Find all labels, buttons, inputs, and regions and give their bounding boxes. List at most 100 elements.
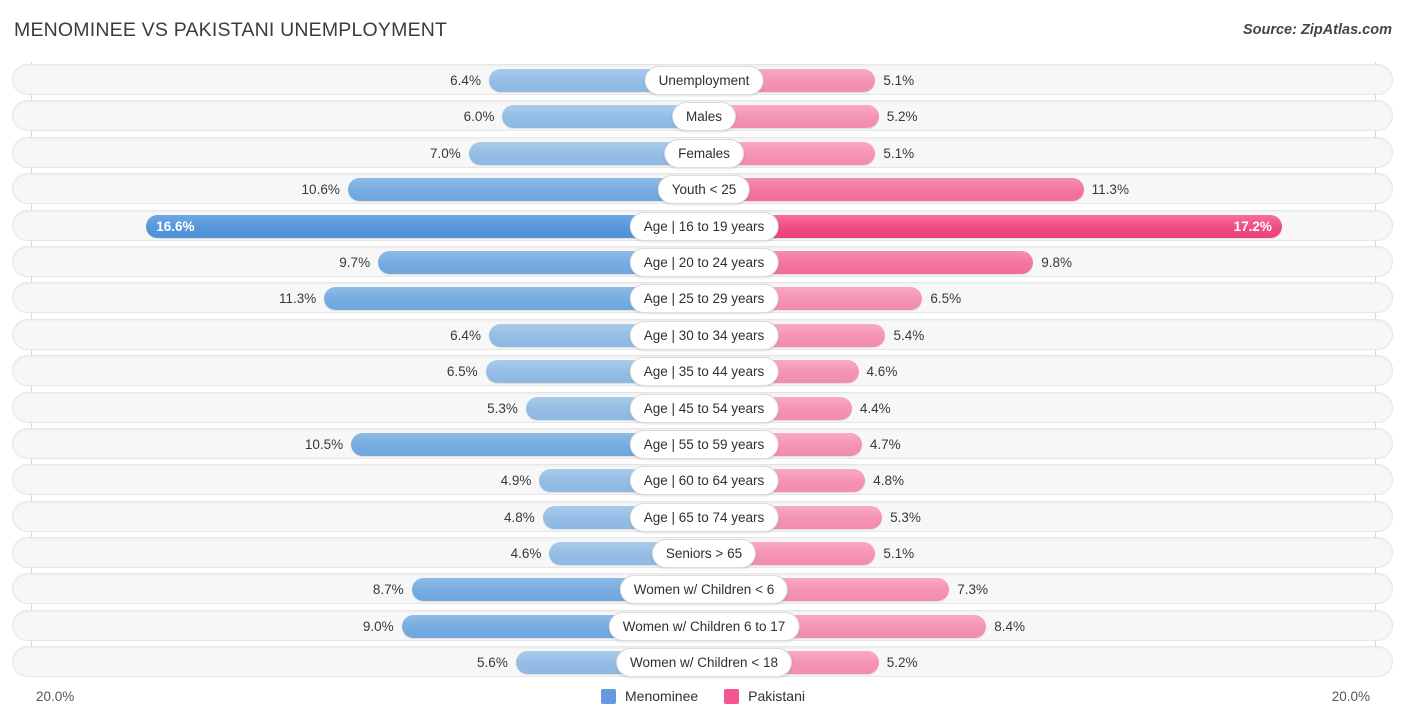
chart-row: 6.5% 4.6% Age | 35 to 44 years [0, 355, 1406, 387]
value-label-pakistani: 5.2% [886, 109, 918, 125]
value-label-menominee: 4.6% [510, 546, 542, 562]
value-label-pakistani: 5.4% [893, 327, 925, 343]
value-label-menominee: 4.9% [500, 473, 532, 489]
chart-row: 7.0% 5.1% Females [0, 136, 1406, 168]
row-label-pill: Age | 35 to 44 years [629, 357, 779, 387]
value-label-menominee: 16.6% [156, 218, 195, 234]
row-label-pill: Males [671, 102, 737, 132]
chart-row: 9.0% 8.4% Women w/ Children 6 to 17 [0, 609, 1406, 641]
legend-swatch [724, 688, 740, 704]
value-label-pakistani: 11.3% [1091, 182, 1129, 198]
bar-pakistani [704, 178, 1084, 202]
chart-rows: 6.4% 5.1% Unemployment 6.0% 5.2% Males 7.0% 5.1… [0, 64, 1406, 683]
row-label-pill: Unemployment [644, 66, 764, 95]
chart-row: 16.6% 17.2% Age | 16 to 19 years [0, 209, 1406, 241]
value-label-pakistani: 5.2% [886, 655, 918, 671]
value-label-pakistani: 5.1% [883, 145, 915, 161]
legend-label: Menominee [625, 688, 699, 704]
source-attribution: Source: ZipAtlas.com [1242, 22, 1392, 38]
value-label-menominee: 9.7% [339, 254, 371, 270]
chart-row: 10.5% 4.7% Age | 55 to 59 years [0, 427, 1406, 459]
chart-legend: Menominee Pakistani [0, 688, 1406, 704]
value-label-menominee: 7.0% [430, 145, 461, 161]
row-track: 5.3% 4.4% Age | 45 to 54 years [12, 391, 1393, 423]
value-label-pakistani: 7.3% [957, 582, 989, 598]
chart-footer: 20.0% 20.0% Menominee Pakistani [0, 686, 1406, 712]
row-label-pill: Age | 65 to 74 years [629, 502, 779, 532]
row-label-pill: Females [664, 138, 744, 168]
row-label-pill: Age | 45 to 54 years [629, 393, 779, 423]
row-track: 9.7% 9.8% Age | 20 to 24 years [12, 245, 1393, 277]
value-label-menominee: 10.6% [301, 182, 340, 198]
chart-row: 11.3% 6.5% Age | 25 to 29 years [0, 282, 1406, 314]
value-label-menominee: 6.4% [450, 327, 481, 343]
row-track: 4.9% 4.8% Age | 60 to 64 years [12, 464, 1393, 496]
chart-row: 4.6% 5.1% Seniors > 65 [0, 537, 1406, 569]
row-track: 10.6% 11.3% Youth < 25 [12, 173, 1393, 205]
value-label-pakistani: 4.4% [859, 400, 891, 416]
value-label-menominee: 4.8% [503, 509, 535, 525]
row-track: 16.6% 17.2% Age | 16 to 19 years [12, 209, 1393, 241]
row-label-pill: Youth < 25 [657, 175, 751, 205]
value-label-menominee: 6.0% [463, 109, 495, 125]
chart-row: 6.4% 5.4% Age | 30 to 34 years [0, 318, 1406, 350]
chart-row: 9.7% 9.8% Age | 20 to 24 years [0, 245, 1406, 277]
chart-row: 4.9% 4.8% Age | 60 to 64 years [0, 464, 1406, 496]
value-label-pakistani: 4.7% [869, 436, 901, 452]
chart-row: 10.6% 11.3% Youth < 25 [0, 173, 1406, 205]
value-label-menominee: 5.6% [477, 655, 508, 671]
chart-row: 6.0% 5.2% Males [0, 100, 1406, 132]
value-label-pakistani: 17.2% [1233, 218, 1272, 234]
row-track: 6.5% 4.6% Age | 35 to 44 years [12, 355, 1393, 387]
value-label-pakistani: 4.8% [873, 473, 905, 489]
value-label-pakistani: 4.6% [866, 364, 898, 380]
row-label-pill: Women w/ Children 6 to 17 [608, 611, 800, 641]
row-track: 6.4% 5.4% Age | 30 to 34 years [12, 318, 1393, 350]
row-track: 10.5% 4.7% Age | 55 to 59 years [12, 427, 1393, 459]
row-track: 9.0% 8.4% Women w/ Children 6 to 17 [12, 609, 1393, 641]
bar-pakistani [704, 214, 1282, 238]
row-label-pill: Age | 20 to 24 years [629, 247, 779, 277]
chart-page: MENOMINEE VS PAKISTANI UNEMPLOYMENT Sour… [0, 0, 1406, 720]
value-label-menominee: 6.4% [450, 73, 481, 88]
chart-row: 4.8% 5.3% Age | 65 to 74 years [0, 500, 1406, 532]
diverging-bar-chart: 6.4% 5.1% Unemployment 6.0% 5.2% Males 7.0% 5.1… [0, 62, 1406, 682]
row-label-pill: Seniors > 65 [651, 539, 757, 569]
value-label-menominee: 5.3% [487, 400, 518, 416]
value-label-pakistani: 8.4% [994, 618, 1026, 634]
row-track: 5.6% 5.2% Women w/ Children < 18 [12, 646, 1393, 678]
value-label-pakistani: 5.3% [890, 509, 921, 525]
value-label-pakistani: 5.1% [883, 546, 915, 562]
row-track: 4.8% 5.3% Age | 65 to 74 years [12, 500, 1393, 532]
value-label-pakistani: 9.8% [1041, 254, 1073, 270]
row-label-pill: Age | 60 to 64 years [629, 466, 779, 496]
row-label-pill: Women w/ Children < 6 [619, 575, 789, 605]
page-title: MENOMINEE VS PAKISTANI UNEMPLOYMENT [14, 19, 448, 41]
row-track: 6.0% 5.2% Males [12, 100, 1393, 132]
bar-menominee [347, 178, 704, 202]
row-label-pill: Age | 16 to 19 years [629, 211, 779, 241]
legend-item[interactable]: Pakistani [724, 688, 805, 704]
chart-row: 6.4% 5.1% Unemployment [0, 64, 1406, 95]
legend-swatch [601, 688, 617, 704]
row-track: 6.4% 5.1% Unemployment [12, 64, 1393, 95]
row-track: 8.7% 7.3% Women w/ Children < 6 [12, 573, 1393, 605]
chart-row: 8.7% 7.3% Women w/ Children < 6 [0, 573, 1406, 605]
value-label-menominee: 10.5% [304, 436, 344, 452]
page-header: MENOMINEE VS PAKISTANI UNEMPLOYMENT Sour… [0, 0, 1406, 60]
legend-label: Pakistani [748, 688, 805, 704]
row-label-pill: Age | 55 to 59 years [629, 429, 779, 459]
bar-menominee [146, 214, 704, 238]
value-label-menominee: 6.5% [446, 364, 478, 380]
row-track: 4.6% 5.1% Seniors > 65 [12, 537, 1393, 569]
value-label-pakistani: 6.5% [930, 291, 962, 307]
row-label-pill: Women w/ Children < 18 [616, 648, 792, 678]
legend-item[interactable]: Menominee [601, 688, 698, 704]
row-label-pill: Age | 25 to 29 years [629, 284, 779, 314]
value-label-menominee: 11.3% [279, 291, 317, 307]
row-track: 11.3% 6.5% Age | 25 to 29 years [12, 282, 1393, 314]
value-label-menominee: 8.7% [372, 582, 404, 598]
value-label-pakistani: 5.1% [883, 73, 915, 88]
chart-row: 5.3% 4.4% Age | 45 to 54 years [0, 391, 1406, 423]
row-track: 7.0% 5.1% Females [12, 136, 1393, 168]
